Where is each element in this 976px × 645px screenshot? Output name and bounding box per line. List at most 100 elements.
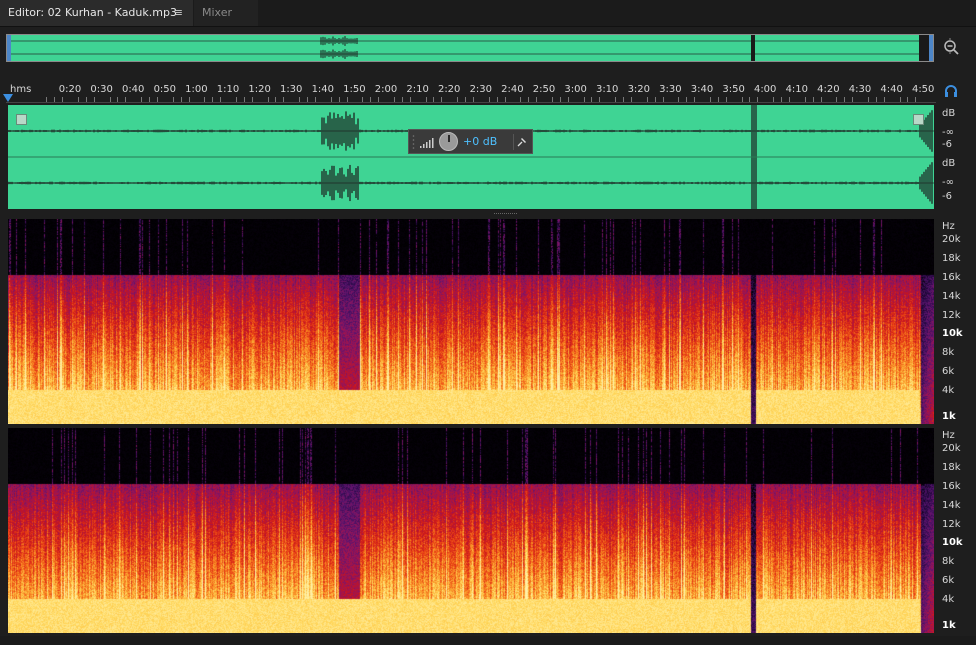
hz-8k: 8k [942, 556, 955, 567]
ruler-minor-tick [141, 97, 143, 102]
volume-knob[interactable] [439, 132, 458, 151]
ruler-minor-tick [109, 97, 111, 102]
ruler-minor-tick [378, 97, 380, 102]
hz-16k: 16k [942, 481, 961, 492]
ruler-minor-tick [717, 97, 719, 102]
hz-scale-right: Hz 20k 18k 16k 14k 12k 10k 8k 6k 4k 1k [936, 428, 976, 633]
ruler-minor-tick [504, 97, 506, 102]
ruler-minor-tick [220, 97, 222, 102]
overview-peak [751, 35, 755, 61]
panel-split-grip[interactable] [494, 212, 518, 215]
overview-waveform-graphic [7, 35, 933, 61]
hz-scale-left: Hz 20k 18k 16k 14k 12k 10k 8k 6k 4k 1k [936, 219, 976, 424]
ruler-minor-tick [836, 97, 838, 102]
hz-10k: 10k [942, 537, 963, 548]
ruler-minor-tick [812, 97, 814, 102]
ruler-minor-tick [393, 97, 395, 102]
ruler-tick-label: 4:50 [911, 84, 935, 95]
panel-menu-icon[interactable]: ≡ [174, 0, 183, 26]
ruler-minor-tick [630, 97, 632, 102]
ruler-minor-tick [54, 97, 56, 102]
ruler-tick-label: 0:40 [121, 84, 145, 95]
ruler-minor-tick [125, 97, 127, 102]
ruler-tick-label: 0:50 [153, 84, 177, 95]
ruler-tick-label: 4:30 [848, 84, 872, 95]
db-unit-bottom: dB [942, 158, 956, 169]
overview-waveform[interactable] [6, 34, 934, 62]
ruler-minor-tick [62, 97, 64, 102]
ruler-minor-tick [401, 97, 403, 102]
ruler-minor-tick [654, 97, 656, 102]
hz-14k: 14k [942, 500, 961, 511]
spectrogram-left [8, 219, 934, 424]
ruler-minor-tick [599, 97, 601, 102]
fade-in-handle[interactable] [16, 114, 27, 125]
db-scale: dB -∞ -6 dB -∞ -6 [936, 105, 976, 209]
tab-mixer[interactable]: Mixer [194, 0, 258, 26]
ruler-minor-tick [615, 97, 617, 102]
ruler-tick-label: 2:20 [437, 84, 461, 95]
hz-12k: 12k [942, 519, 961, 530]
hz-16k: 16k [942, 272, 961, 283]
ruler-minor-tick [243, 97, 245, 102]
time-ruler[interactable]: hms 0:20 0:30 0:40 0:50 1:00 1:10 1:20 1:30 1:40… [6, 80, 936, 103]
tab-editor[interactable]: Editor: 02 Kurhan - Kaduk.mp3 ≡ [0, 0, 193, 26]
ruler-unit-label: hms [10, 84, 32, 95]
zoom-out-icon[interactable] [942, 38, 960, 56]
volume-value[interactable]: +0 dB [463, 135, 497, 148]
ruler-minor-tick [551, 97, 553, 102]
hz-8k: 8k [942, 347, 955, 358]
ruler-tick-label: 1:50 [343, 84, 366, 95]
ruler-minor-tick [741, 97, 743, 102]
ruler-minor-tick [678, 97, 680, 102]
overview-left-handle[interactable] [7, 35, 11, 61]
ruler-minor-tick [46, 97, 48, 102]
overview-right-handle[interactable] [929, 35, 933, 61]
ruler-minor-tick [709, 97, 711, 102]
ruler-minor-tick [346, 97, 348, 102]
hz-4k: 4k [942, 594, 955, 605]
ruler-tick-label: 1:20 [248, 84, 271, 95]
ruler-minor-tick [536, 97, 538, 102]
hz-18k: 18k [942, 253, 961, 264]
ruler-tick-label: 1:30 [279, 84, 303, 95]
headphones-icon[interactable] [944, 84, 958, 98]
ruler-minor-tick [370, 97, 372, 102]
ruler-minor-tick [520, 97, 522, 102]
ruler-tick-label: 4:00 [753, 84, 777, 95]
ruler-minor-tick [875, 97, 877, 102]
spectral-display-left[interactable] [8, 219, 934, 424]
volume-icon [420, 138, 434, 148]
ruler-tick-label: 4:40 [880, 84, 903, 95]
db-neg-inf-top: -∞ [942, 127, 954, 138]
hz-18k: 18k [942, 462, 961, 473]
db-unit-top: dB [942, 108, 956, 119]
ruler-minor-tick [156, 97, 158, 102]
waveform-display[interactable] [8, 105, 934, 209]
hud-grip-icon[interactable] [412, 134, 415, 150]
fade-out-handle[interactable] [913, 114, 924, 125]
ruler-minor-tick [623, 97, 624, 102]
ruler-minor-tick [773, 97, 775, 102]
ruler-minor-tick [694, 97, 696, 102]
ruler-minor-tick [275, 97, 277, 102]
ruler-tick-label: 2:40 [501, 84, 524, 95]
ruler-minor-tick [425, 97, 427, 102]
ruler-minor-tick [362, 97, 364, 102]
hz-unit: Hz [942, 430, 955, 441]
hz-20k: 20k [942, 234, 961, 245]
ruler-minor-tick [559, 97, 561, 102]
hz-1k: 1k [942, 411, 956, 422]
ruler-minor-tick [188, 97, 190, 102]
ruler-tick-label: 1:00 [185, 84, 208, 95]
ruler-minor-tick [441, 97, 443, 102]
pin-icon[interactable] [513, 134, 530, 150]
ruler-minor-tick [235, 97, 237, 102]
ruler-tick-label: 2:00 [374, 84, 398, 95]
ruler-minor-tick [472, 97, 474, 102]
ruler-minor-tick [686, 97, 688, 102]
spectral-display-right[interactable] [8, 428, 934, 633]
ruler-minor-tick [314, 97, 316, 102]
playhead-marker[interactable] [3, 94, 13, 102]
waveform-graphic [8, 105, 934, 209]
